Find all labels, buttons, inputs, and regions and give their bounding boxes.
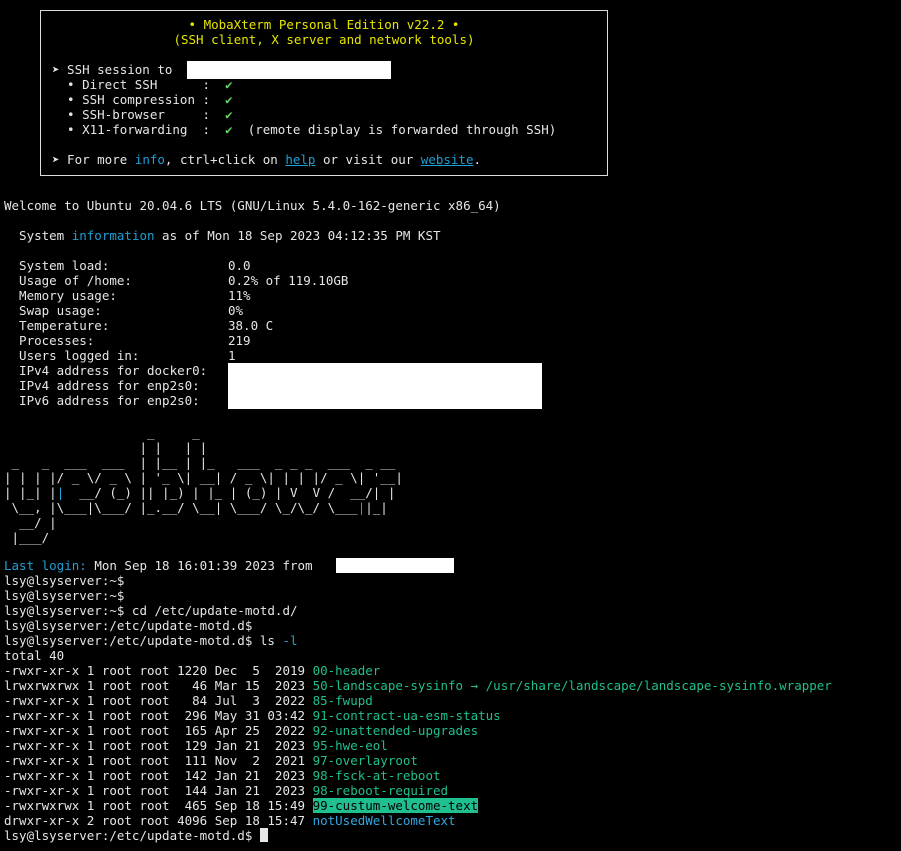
- stat-row: IPv6 address for enp2s0:: [4, 393, 200, 408]
- file-row: -rwxrwxrwx 1 root root 465 Sep 18 15:49 …: [4, 798, 479, 813]
- ssh-session-label: ➤ SSH session to: [52, 62, 173, 77]
- file-meta: -rwxr-xr-x 1 root root 1220 Dec 5 2019: [4, 663, 313, 678]
- last-login-line: Last login: Mon Sep 18 16:01:39 2023 fro…: [4, 558, 313, 573]
- stat-label: Processes:: [4, 333, 95, 348]
- file-row: -rwxr-xr-x 1 root root 84 Jul 3 2022 85-…: [4, 693, 373, 708]
- stat-row: System load: 0.0: [4, 258, 251, 273]
- file-name[interactable]: 85-fwupd: [313, 693, 373, 708]
- stat-row: IPv4 address for enp2s0:: [4, 378, 200, 393]
- file-name[interactable]: 00-header: [313, 663, 381, 678]
- more-info-line: ➤ For more info, ctrl+click on help or v…: [52, 152, 482, 167]
- file-name[interactable]: 91-contract-ua-esm-status: [313, 708, 501, 723]
- ascii-art-logo: _ _ | | | | _ _ ___ ___ | |__ | |_ ___ _…: [4, 425, 403, 545]
- stat-label: Usage of /home:: [4, 273, 132, 288]
- file-meta: -rwxr-xr-x 1 root root 142 Jan 21 2023: [4, 768, 313, 783]
- ssh-option-row: • SSH-browser : ✔: [52, 107, 233, 122]
- stat-row: Users logged in: 1: [4, 348, 235, 363]
- banner-subtitle: (SSH client, X server and network tools): [173, 32, 475, 47]
- file-row: -rwxr-xr-x 1 root root 144 Jan 21 2023 9…: [4, 783, 448, 798]
- file-meta: -rwxr-xr-x 1 root root 296 May 31 03:42: [4, 708, 313, 723]
- file-row: drwxr-xr-x 2 root root 4096 Sep 18 15:47…: [4, 813, 456, 828]
- stat-value: 0.2% of 119.10GB: [228, 273, 349, 288]
- stat-label: IPv4 address for enp2s0:: [4, 378, 200, 393]
- stat-label: Temperature:: [4, 318, 110, 333]
- prompt-line: lsy@lsyserver:~$: [4, 573, 125, 588]
- sysinfo-line: System information as of Mon 18 Sep 2023…: [4, 228, 441, 243]
- ls-command-line: lsy@lsyserver:/etc/update-motd.d$ ls -l: [4, 633, 298, 648]
- file-name[interactable]: 50-landscape-sysinfo: [313, 678, 464, 693]
- stat-label: Swap usage:: [4, 303, 102, 318]
- stat-row: Usage of /home: 0.2% of 119.10GB: [4, 273, 348, 288]
- file-meta: -rwxr-xr-x 1 root root 144 Jan 21 2023: [4, 783, 313, 798]
- prompt-line: lsy@lsyserver:~$: [4, 588, 125, 603]
- stat-value: 0%: [228, 303, 244, 318]
- final-prompt-line[interactable]: lsy@lsyserver:/etc/update-motd.d$: [4, 828, 268, 843]
- file-meta: lrwxrwxrwx 1 root root 46 Mar 15 2023: [4, 678, 313, 693]
- ls-total: total 40: [4, 648, 65, 663]
- prompt-line: lsy@lsyserver:~$ cd /etc/update-motd.d/: [4, 603, 298, 618]
- file-meta: -rwxr-xr-x 1 root root 129 Jan 21 2023: [4, 738, 313, 753]
- file-row: -rwxr-xr-x 1 root root 165 Apr 25 2022 9…: [4, 723, 478, 738]
- info-word: info: [134, 152, 165, 167]
- help-link[interactable]: help: [285, 152, 315, 167]
- file-row: -rwxr-xr-x 1 root root 1220 Dec 5 2019 0…: [4, 663, 380, 678]
- file-row: -rwxr-xr-x 1 root root 296 May 31 03:42 …: [4, 708, 501, 723]
- file-name[interactable]: notUsedWellcomeText: [313, 813, 456, 828]
- welcome-line: Welcome to Ubuntu 20.04.6 LTS (GNU/Linux…: [4, 198, 501, 213]
- website-link[interactable]: website: [421, 152, 474, 167]
- stat-value: 1: [228, 348, 236, 363]
- text-cursor: [259, 828, 268, 842]
- file-row: -rwxr-xr-x 1 root root 142 Jan 21 2023 9…: [4, 768, 441, 783]
- check-icon: ✔: [225, 92, 233, 107]
- file-meta: -rwxr-xr-x 1 root root 84 Jul 3 2022: [4, 693, 313, 708]
- check-icon: ✔: [225, 107, 233, 122]
- stat-value: 38.0 C: [228, 318, 274, 333]
- ssh-option-row: • X11-forwarding : ✔ (remote display is …: [52, 122, 557, 137]
- redacted-login-host: [336, 558, 454, 573]
- file-name[interactable]: 99-custum-welcome-text: [312, 798, 479, 813]
- stat-label: Memory usage:: [4, 288, 117, 303]
- file-row: -rwxr-xr-x 1 root root 111 Nov 2 2021 97…: [4, 753, 418, 768]
- stat-label: IPv4 address for docker0:: [4, 363, 208, 378]
- stat-value: 11%: [228, 288, 251, 303]
- redacted-ip-addresses: [228, 363, 542, 409]
- terminal-window[interactable]: • MobaXterm Personal Edition v22.2 • (SS…: [0, 0, 901, 851]
- stat-value: 219: [228, 333, 251, 348]
- stat-label: System load:: [4, 258, 110, 273]
- stat-row: Temperature: 38.0 C: [4, 318, 273, 333]
- banner-title: • MobaXterm Personal Edition v22.2 •: [188, 17, 460, 32]
- file-meta: drwxr-xr-x 2 root root 4096 Sep 18 15:47: [4, 813, 313, 828]
- file-name[interactable]: 98-fsck-at-reboot: [313, 768, 441, 783]
- file-name[interactable]: 97-overlayroot: [313, 753, 418, 768]
- file-name[interactable]: 92-unattended-upgrades: [313, 723, 479, 738]
- stat-row: Memory usage: 11%: [4, 288, 251, 303]
- file-meta: -rwxr-xr-x 1 root root 111 Nov 2 2021: [4, 753, 313, 768]
- check-icon: ✔: [225, 122, 233, 137]
- file-meta: -rwxrwxrwx 1 root root 465 Sep 18 15:49: [4, 798, 313, 813]
- information-word: information: [71, 228, 155, 243]
- symlink-target: → /usr/share/landscape/landscape-sysinfo…: [463, 678, 832, 693]
- stat-label: Users logged in:: [4, 348, 140, 363]
- mobaxterm-banner: • MobaXterm Personal Edition v22.2 • (SS…: [40, 10, 608, 176]
- last-login-label: Last login:: [4, 558, 87, 573]
- file-name[interactable]: 95-hwe-eol: [313, 738, 388, 753]
- stat-value: 0.0: [228, 258, 251, 273]
- stat-row: Swap usage: 0%: [4, 303, 243, 318]
- stat-label: IPv6 address for enp2s0:: [4, 393, 200, 408]
- stat-row: Processes: 219: [4, 333, 251, 348]
- prompt-line: lsy@lsyserver:/etc/update-motd.d$: [4, 618, 253, 633]
- ssh-option-row: • Direct SSH : ✔: [52, 77, 233, 92]
- ssh-option-row: • SSH compression : ✔: [52, 92, 233, 107]
- ls-flag: -l: [282, 633, 298, 648]
- stat-row: IPv4 address for docker0:: [4, 363, 207, 378]
- file-meta: -rwxr-xr-x 1 root root 165 Apr 25 2022: [4, 723, 313, 738]
- file-row: lrwxrwxrwx 1 root root 46 Mar 15 2023 50…: [4, 678, 832, 693]
- file-name[interactable]: 98-reboot-required: [313, 783, 448, 798]
- check-icon: ✔: [225, 77, 233, 92]
- file-row: -rwxr-xr-x 1 root root 129 Jan 21 2023 9…: [4, 738, 388, 753]
